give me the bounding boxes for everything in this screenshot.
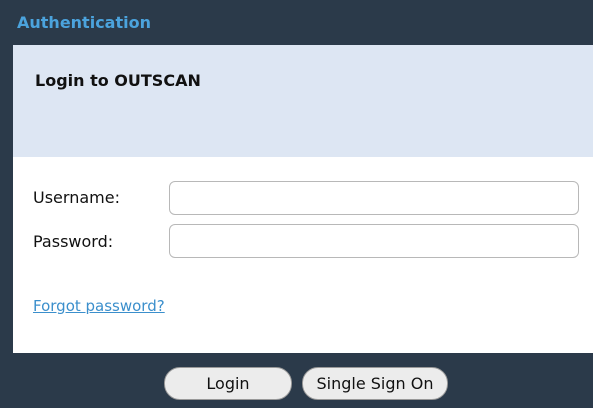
- page-title: Login to OUTSCAN: [35, 71, 201, 90]
- password-label: Password:: [33, 232, 114, 251]
- username-label: Username:: [33, 188, 120, 207]
- header-panel: Login to OUTSCAN: [13, 45, 593, 157]
- username-input[interactable]: [169, 181, 579, 215]
- authentication-window: Authentication Login to OUTSCAN Username…: [13, 0, 593, 408]
- login-form: Username: Password: Forgot password?: [13, 157, 593, 353]
- single-sign-on-button[interactable]: Single Sign On: [302, 367, 448, 400]
- login-button[interactable]: Login: [164, 367, 292, 400]
- password-input[interactable]: [169, 224, 579, 258]
- window-title: Authentication: [13, 0, 593, 45]
- forgot-password-link[interactable]: Forgot password?: [33, 297, 165, 315]
- button-bar: Login Single Sign On: [13, 353, 593, 408]
